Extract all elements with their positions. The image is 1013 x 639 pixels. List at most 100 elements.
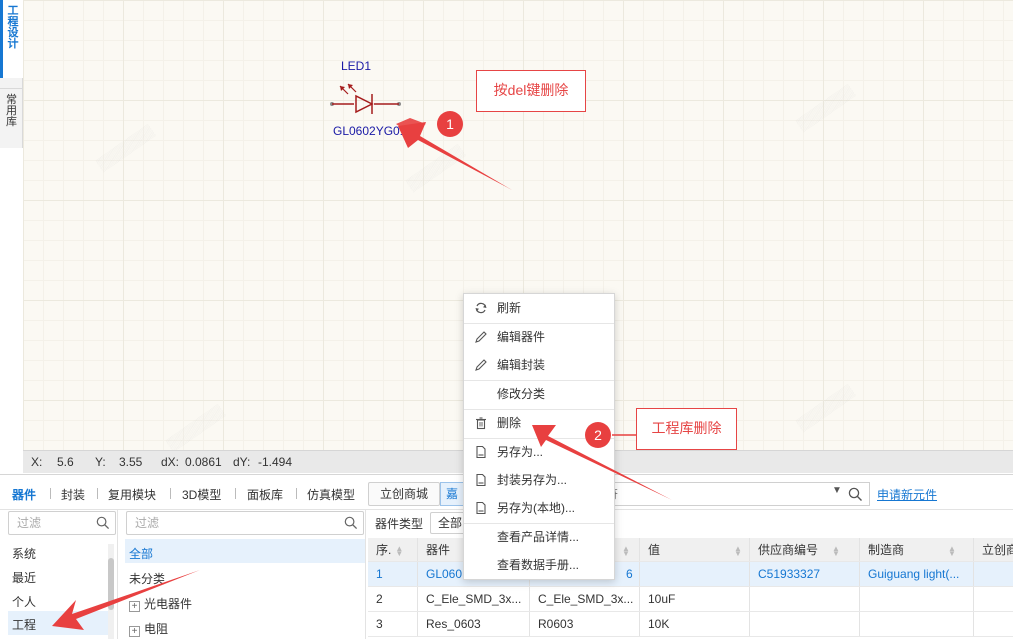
tree-filter[interactable] bbox=[126, 511, 364, 535]
callout-project-library-delete: 工程库删除 bbox=[636, 408, 737, 450]
table-row[interactable]: 2 C_Ele_SMD_3x... C_Ele_SMD_3x... 10uF bbox=[368, 587, 1013, 612]
menu-item-modify-category[interactable]: 修改分类 bbox=[464, 381, 614, 407]
tab-common-library[interactable]: 常用库 bbox=[0, 88, 23, 148]
tree-item-resistors[interactable]: + 电阻 bbox=[129, 620, 168, 637]
tab-footprints[interactable]: 封装 bbox=[61, 486, 85, 503]
table-cell bbox=[860, 587, 974, 611]
tab-simulation-models[interactable]: 仿真模型 bbox=[307, 486, 355, 503]
tree-item-optoelectronics[interactable]: + 光电器件 bbox=[129, 595, 192, 612]
sort-icon: ▲ ▼ bbox=[832, 543, 840, 558]
category-tree: 全部 未分类 +光电器件 +电阻 bbox=[120, 510, 366, 639]
sort-icon: ▲ ▼ bbox=[734, 543, 742, 558]
column-header-lcsc[interactable]: 立创商 bbox=[974, 538, 1013, 561]
sort-icon: ▲ ▼ bbox=[395, 543, 404, 558]
watermark: ▒▒▒▒▒▒▒ bbox=[164, 402, 226, 453]
watermark: ▒▒▒▒▒▒▒ bbox=[404, 142, 466, 193]
table-cell bbox=[750, 587, 860, 611]
tree-item-uncategorized[interactable]: 未分类 bbox=[129, 570, 165, 587]
sort-icon: ▲ ▼ bbox=[948, 543, 956, 558]
category-recent[interactable]: 最近 bbox=[12, 569, 36, 586]
table-cell bbox=[750, 612, 860, 636]
expand-icon[interactable]: + bbox=[129, 601, 140, 612]
column-header-manufacturer[interactable]: 制造商 ▲ ▼ bbox=[860, 538, 974, 561]
library-search-input[interactable] bbox=[594, 485, 794, 503]
category-project[interactable]: 工程 bbox=[12, 616, 36, 633]
expand-icon[interactable]: + bbox=[129, 626, 140, 637]
table-cell: Guiguang light(... bbox=[860, 562, 974, 586]
menu-item-view-product-details[interactable]: 查看产品详情... bbox=[464, 524, 614, 550]
x-label: X: bbox=[31, 455, 43, 469]
table-cell bbox=[640, 562, 750, 586]
category-scrollbar[interactable] bbox=[108, 544, 114, 639]
table-cell: R0603 bbox=[530, 612, 640, 636]
pencil-icon bbox=[475, 359, 487, 371]
category-system[interactable]: 系统 bbox=[12, 545, 36, 562]
tab-reuse-modules[interactable]: 复用模块 bbox=[108, 486, 156, 503]
table-cell bbox=[974, 587, 1013, 611]
table-cell: 1 bbox=[368, 562, 418, 586]
category-filter-input[interactable] bbox=[17, 515, 92, 531]
column-header-index[interactable]: 序. ▲ ▼ bbox=[368, 538, 418, 561]
apply-new-part-link[interactable]: 申请新元件 bbox=[877, 486, 937, 503]
tab-project-design[interactable]: 工程设计 bbox=[0, 0, 23, 78]
component-designator: LED1 bbox=[341, 59, 372, 73]
category-list: 系统 最近 个人 工程 bbox=[0, 510, 118, 639]
tab-panel-library[interactable]: 面板库 bbox=[247, 486, 283, 503]
x-value: 5.6 bbox=[57, 455, 74, 469]
divider bbox=[170, 488, 171, 499]
divider bbox=[50, 488, 51, 499]
y-value: 3.55 bbox=[119, 455, 143, 469]
column-header-value[interactable]: 值 ▲ ▼ bbox=[640, 538, 750, 561]
table-cell bbox=[974, 562, 1013, 586]
menu-item-view-datasheet[interactable]: 查看数据手册... bbox=[464, 552, 614, 578]
table-cell bbox=[860, 612, 974, 636]
watermark: ▒▒▒▒▒▒▒ bbox=[794, 382, 856, 433]
pencil-icon bbox=[475, 331, 487, 343]
lcsc-store-button[interactable]: 立创商城 bbox=[368, 482, 440, 506]
dy-value: -1.494 bbox=[258, 455, 293, 469]
menu-item-edit-footprint[interactable]: 编辑封装 bbox=[464, 352, 614, 378]
trash-icon bbox=[476, 417, 486, 430]
led-diode-icon[interactable] bbox=[326, 80, 406, 120]
left-vertical-tabs: 工程设计 常用库 bbox=[0, 0, 23, 148]
tab-3d-models[interactable]: 3D模型 bbox=[182, 486, 221, 503]
watermark: ▒▒▒▒▒▒▒ bbox=[94, 122, 156, 173]
jlc-button[interactable]: 嘉 bbox=[440, 482, 464, 506]
tree-filter-input[interactable] bbox=[135, 515, 301, 531]
table-row[interactable]: 3 Res_0603 R0603 10K bbox=[368, 612, 1013, 637]
dx-value: 0.0861 bbox=[185, 455, 222, 469]
divider bbox=[296, 488, 297, 499]
tree-item-all[interactable]: 全部 bbox=[129, 545, 153, 562]
sort-icon: ▲ ▼ bbox=[622, 543, 630, 558]
y-label: Y: bbox=[95, 455, 106, 469]
save-as-icon bbox=[476, 501, 486, 515]
table-cell bbox=[974, 612, 1013, 636]
table-cell: 10uF bbox=[640, 587, 750, 611]
dy-label: dY: bbox=[233, 455, 251, 469]
table-cell: 3 bbox=[368, 612, 418, 636]
tab-devices[interactable]: 器件 bbox=[12, 486, 36, 503]
search-icon[interactable] bbox=[848, 487, 863, 502]
menu-item-refresh[interactable]: 刷新 bbox=[464, 295, 614, 321]
category-filter[interactable] bbox=[8, 511, 116, 535]
table-cell: 2 bbox=[368, 587, 418, 611]
save-as-icon bbox=[476, 473, 486, 487]
search-icon bbox=[96, 516, 110, 530]
search-icon bbox=[344, 516, 358, 530]
device-type-label: 器件类型 bbox=[375, 517, 424, 531]
callout-delete-key: 按del键删除 bbox=[476, 70, 586, 112]
divider bbox=[97, 488, 98, 499]
category-personal[interactable]: 个人 bbox=[12, 593, 36, 610]
table-cell: C_Ele_SMD_3x... bbox=[530, 587, 640, 611]
table-cell: C51933327 bbox=[750, 562, 860, 586]
step-badge-1: 1 bbox=[437, 111, 463, 137]
table-cell: C_Ele_SMD_3x... bbox=[418, 587, 530, 611]
menu-item-edit-device[interactable]: 编辑器件 bbox=[464, 324, 614, 350]
column-header-supplier-no[interactable]: 供应商编号 ▲ ▼ bbox=[750, 538, 860, 561]
menu-item-save-as-local[interactable]: 另存为(本地)... bbox=[464, 495, 614, 521]
chevron-down-icon[interactable]: ▼ bbox=[832, 485, 842, 496]
table-cell: Res_0603 bbox=[418, 612, 530, 636]
watermark: ▒▒▒▒▒▒▒ bbox=[794, 82, 856, 133]
menu-item-save-footprint-as[interactable]: 封装另存为... bbox=[464, 467, 614, 493]
save-as-icon bbox=[476, 445, 486, 459]
